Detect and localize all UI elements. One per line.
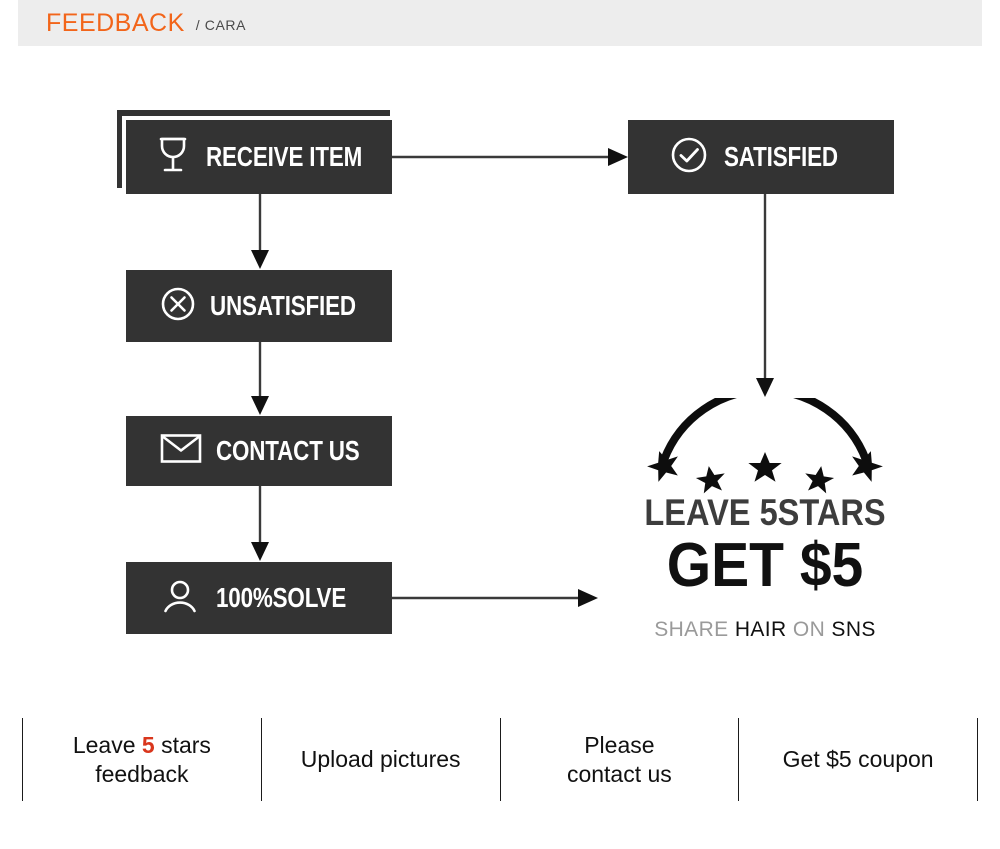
arrow-satisfied-to-promo [756,194,774,397]
footer-cell-upload-pictures[interactable]: Upload pictures [262,712,500,807]
check-circle-icon [670,136,708,179]
footer-cell-pre-2: Please [584,732,655,759]
flow-box-label-satisfied: SATISFIED [724,141,838,172]
promo-headline-secondary: GET $5 [666,531,864,600]
footer-cell-highlight-0: 5 [141,732,155,759]
header-bar: FEEDBACK / CARA [18,0,982,46]
x-circle-icon [160,286,196,327]
arrow-receive-to-satisfied [392,148,628,166]
user-icon [162,578,198,619]
promo-share-word-2: ON [792,618,826,641]
five-stars-with-arc-icon [647,386,883,494]
arrow-solve-to-promo [392,589,598,607]
promo-share-word-3: SNS [831,618,876,641]
promo-share-word-1: HAIR [734,618,787,641]
arrow-receive-to-unsatisfied [251,194,269,269]
footer-cell-line2-2: contact us [566,760,672,787]
footer-cell-please-contact[interactable]: Please contact us [501,712,739,807]
footer-cell-text-1: Upload pictures [300,746,461,773]
arrow-contact-to-solve [251,486,269,561]
flow-box-receive-item[interactable]: RECEIVE ITEM [126,120,392,194]
footer-cell-leave-stars[interactable]: Leave 5 stars feedback [23,712,261,807]
flow-box-contact-us[interactable]: CONTACT US [126,416,392,486]
footer-cell-text-3: Get $5 coupon [782,746,934,773]
envelope-icon [160,433,202,469]
flow-box-label-contact-us: CONTACT US [216,435,360,466]
promo-share-word-0: SHARE [654,618,729,641]
page-title: FEEDBACK [46,8,185,37]
rating-graphic [620,386,910,494]
breadcrumb: / CARA [195,17,247,33]
footer-divider-4 [977,718,978,801]
footer-cell-text-2: Please contact us [567,731,672,787]
promo-block: LEAVE 5STARS GET $5 SHARE HAIR ON SNS [620,386,910,640]
footer-cell-post-0: stars [154,732,211,759]
footer-steps-bar: Leave 5 stars feedback Upload pictures P… [22,712,978,807]
flow-box-unsatisfied[interactable]: UNSATISFIED [126,270,392,342]
promo-headline-primary: LEAVE 5STARS [644,492,886,533]
flow-box-label-receive-item: RECEIVE ITEM [206,141,363,172]
footer-cell-text-0: Leave 5 stars feedback [73,731,211,787]
wine-glass-icon [156,135,190,180]
feedback-promo-page: FEEDBACK / CARA RECEIVE ITEM UNSATISFIED [0,0,1000,849]
arrow-unsatisfied-to-contact [251,342,269,415]
flow-box-label-unsatisfied: UNSATISFIED [210,290,356,321]
flow-box-label-solve: 100%SOLVE [216,582,347,613]
flow-box-solve[interactable]: 100%SOLVE [126,562,392,634]
footer-cell-pre-0: Leave [72,732,142,759]
footer-cell-get-coupon[interactable]: Get $5 coupon [739,712,977,807]
flow-box-satisfied[interactable]: SATISFIED [628,120,894,194]
footer-cell-line2-0: feedback [95,760,189,787]
promo-share-line: SHARE HAIR ON SNS [620,619,910,640]
